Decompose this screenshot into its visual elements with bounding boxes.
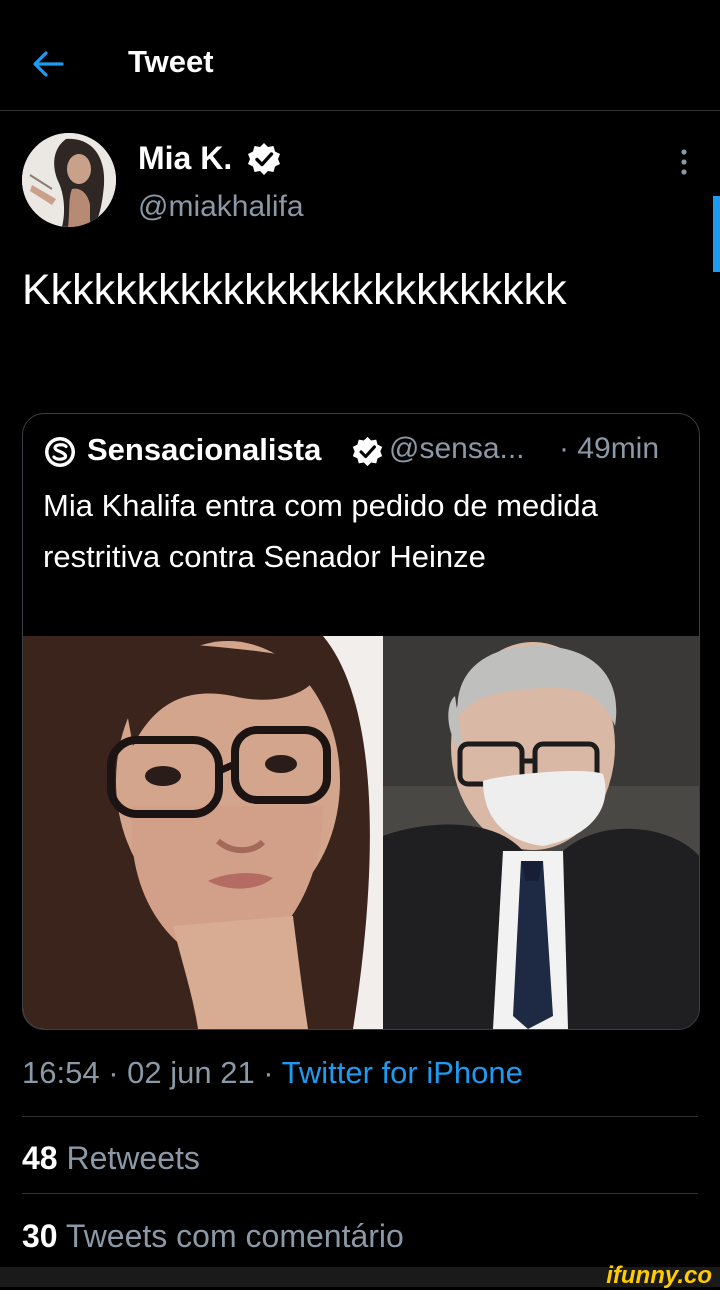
media-photo xyxy=(23,636,699,1029)
quotes-label: Tweets com comentário xyxy=(65,1218,404,1254)
top-bar: Tweet xyxy=(0,0,720,111)
avatar-image xyxy=(22,133,116,227)
quote-media[interactable] xyxy=(23,636,699,1029)
page-title: Tweet xyxy=(128,44,214,79)
author-name[interactable]: Mia K. xyxy=(138,140,232,177)
more-vertical-icon xyxy=(681,149,687,175)
scrollbar[interactable] xyxy=(713,196,720,272)
tweet-timestamp: 16:54 · 02 jun 21 · xyxy=(22,1055,282,1090)
tweet-meta: 16:54 · 02 jun 21 · Twitter for iPhone xyxy=(22,1055,523,1091)
sensacionalista-avatar xyxy=(43,435,77,469)
quote-text: Mia Khalifa entra com pedido de medida r… xyxy=(43,488,598,574)
quote-author-handle: @sensa... xyxy=(389,432,525,465)
retweets-label: Retweets xyxy=(66,1140,200,1176)
quoted-tweet[interactable]: Sensacionalista @sensa... · 49min Mia Kh… xyxy=(22,413,700,1030)
retweets-count: 48 xyxy=(22,1140,58,1176)
divider xyxy=(22,1193,698,1194)
tweet-source-link[interactable]: Twitter for iPhone xyxy=(282,1055,523,1090)
tweet-text: Kkkkkkkkkkkkkkkkkkkkkkkkk xyxy=(22,266,567,314)
more-button[interactable] xyxy=(672,146,696,178)
divider xyxy=(22,1116,698,1117)
author-handle[interactable]: @miakhalifa xyxy=(138,190,304,224)
back-button[interactable] xyxy=(28,46,68,82)
quote-tweets-stat[interactable]: 30 Tweets com comentário xyxy=(22,1218,404,1255)
ifunny-watermark: ifunny.co xyxy=(606,1262,712,1289)
arrow-left-icon xyxy=(33,51,64,77)
retweets-stat[interactable]: 48 Retweets xyxy=(22,1140,200,1177)
quote-timestamp: · 49min xyxy=(559,432,660,465)
verified-badge-icon xyxy=(246,141,282,177)
quote-author-name: Sensacionalista xyxy=(87,432,322,467)
avatar[interactable] xyxy=(22,133,116,227)
verified-badge-icon xyxy=(351,435,384,468)
quotes-count: 30 xyxy=(22,1218,58,1254)
